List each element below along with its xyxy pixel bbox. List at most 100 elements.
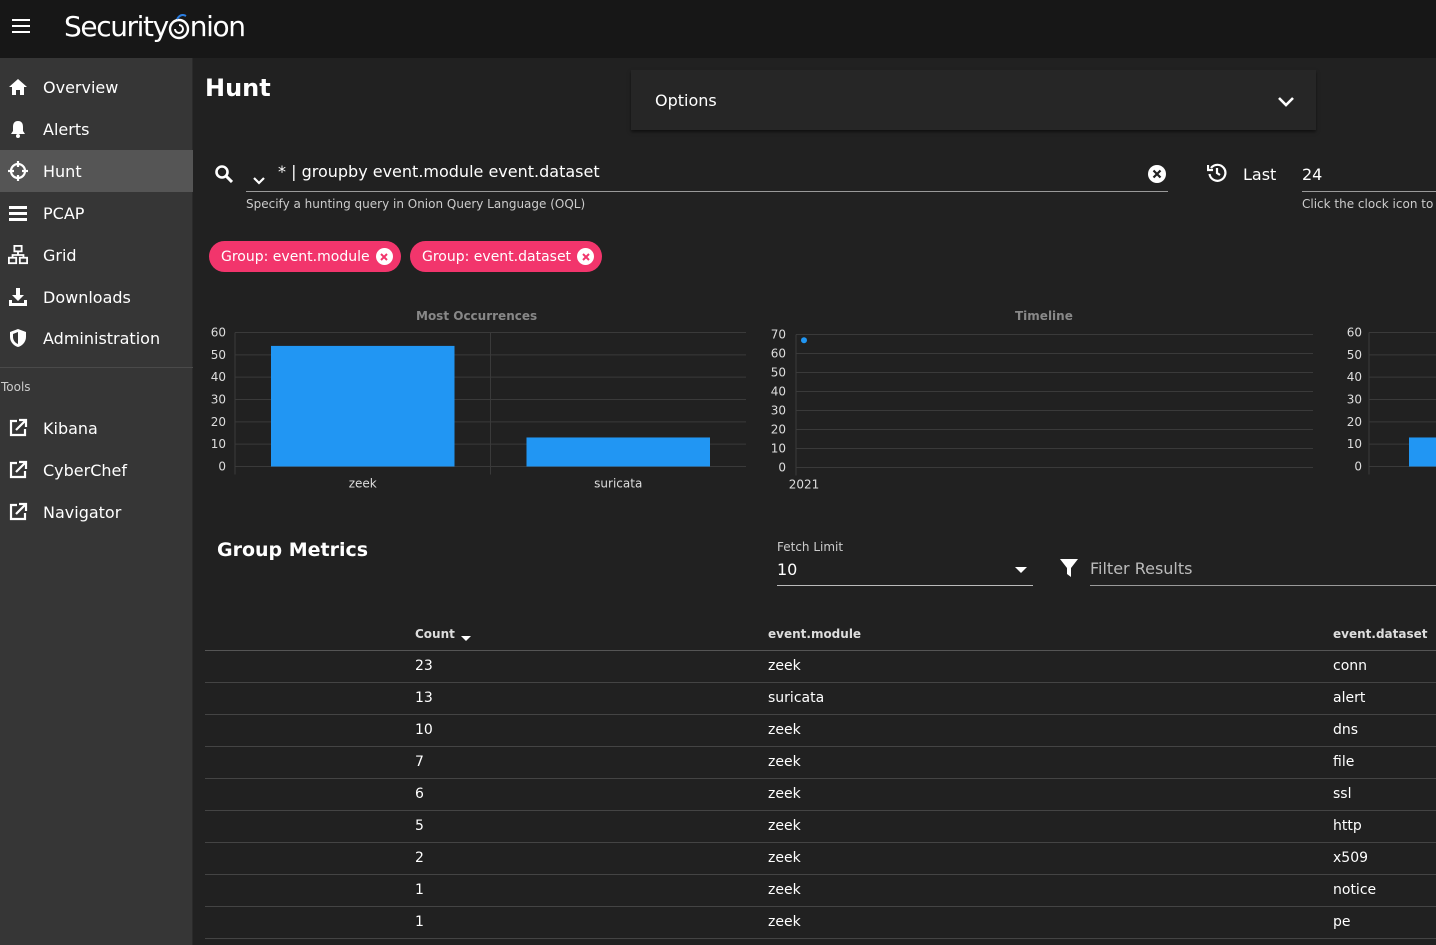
logo[interactable]: Security nion (64, 10, 246, 43)
chevron-down-icon (1278, 92, 1294, 111)
sidebar-item-grid[interactable]: Grid (0, 234, 193, 276)
bar (271, 345, 455, 467)
table-row[interactable]: 7 zeek file (205, 747, 1436, 779)
cell-module: zeek (768, 786, 801, 802)
cell-count: 5 (415, 818, 424, 834)
cell-dataset: file (1333, 754, 1355, 770)
data-point (801, 337, 807, 344)
most-occurrences-chart: 60 50 40 30 20 10 0 zeek suricata (211, 326, 746, 491)
y-tick-label: 0 (778, 461, 786, 475)
last-hours-input[interactable]: 24 (1302, 158, 1436, 192)
home-icon (8, 77, 28, 97)
cell-dataset: dns (1333, 722, 1359, 738)
query-input[interactable]: * | groupby event.module event.dataset (246, 158, 1168, 192)
column-header-count[interactable]: Count (415, 627, 455, 641)
app-header: Security nion (0, 0, 1436, 58)
y-tick-label: 10 (1347, 437, 1362, 451)
group-chip-module[interactable]: Group: event.module (209, 241, 401, 272)
last-hint: Click the clock icon to (1302, 197, 1434, 211)
cell-count: 7 (415, 754, 424, 770)
page-title: Hunt (205, 74, 271, 102)
table-row[interactable]: 13 suricata alert (205, 683, 1436, 715)
table-row[interactable]: 5 zeek http (205, 811, 1436, 843)
sidebar-item-downloads[interactable]: Downloads (0, 276, 193, 318)
bell-icon (8, 119, 28, 139)
column-header-dataset[interactable]: event.dataset (1333, 627, 1427, 641)
sidebar-item-pcap[interactable]: PCAP (0, 192, 193, 234)
cell-dataset: alert (1333, 690, 1366, 706)
clear-query-icon[interactable] (1148, 165, 1166, 187)
sidebar: Overview Alerts Hunt PCAP Grid Downloads… (0, 58, 193, 945)
sort-desc-icon[interactable] (461, 636, 471, 641)
y-tick-label: 0 (218, 460, 226, 474)
cell-dataset: notice (1333, 882, 1377, 898)
y-tick-label: 10 (211, 437, 226, 451)
cell-dataset: ssl (1333, 786, 1352, 802)
query-hint: Specify a hunting query in Onion Query L… (246, 197, 586, 211)
cell-count: 10 (415, 722, 433, 738)
caret-down-icon (1015, 567, 1027, 573)
x-tick-label: 2021 (789, 478, 820, 492)
y-tick-label: 40 (1347, 370, 1362, 384)
fetch-limit-select[interactable]: Fetch Limit 10 (777, 540, 1033, 586)
table-row[interactable]: 10 zeek dns (205, 715, 1436, 747)
query-dropdown-chevron-icon[interactable] (253, 170, 265, 189)
cell-count: 1 (415, 914, 424, 930)
cell-module: zeek (768, 882, 801, 898)
chip-close-icon[interactable] (577, 248, 595, 265)
cell-module: zeek (768, 722, 801, 738)
cell-count: 6 (415, 786, 424, 802)
fetch-limit-value: 10 (777, 560, 798, 579)
table-row[interactable]: 2 zeek x509 (205, 843, 1436, 875)
options-label: Options (655, 90, 717, 110)
filter-results-input[interactable]: Filter Results (1090, 555, 1436, 586)
bar (526, 437, 710, 467)
y-tick-label: 60 (211, 326, 226, 340)
y-tick-label: 50 (771, 366, 786, 380)
sidebar-item-navigator[interactable]: Navigator (0, 491, 193, 533)
column-header-module[interactable]: event.module (768, 627, 861, 641)
table-row[interactable]: 1 zeek notice (205, 875, 1436, 907)
sidebar-item-hunt[interactable]: Hunt (0, 150, 193, 192)
cell-module: zeek (768, 754, 801, 770)
sidebar-item-overview[interactable]: Overview (0, 66, 193, 108)
shield-icon (8, 328, 28, 348)
table-row[interactable]: 23 zeek conn (205, 651, 1436, 683)
cell-dataset: x509 (1333, 850, 1369, 866)
sidebar-item-cyberchef[interactable]: CyberChef (0, 449, 193, 491)
fetch-limit-label: Fetch Limit (777, 540, 844, 554)
chip-label: Group: event.module (221, 248, 370, 265)
third-chart: 60 50 40 30 20 10 0 (1347, 326, 1436, 475)
options-expander[interactable]: Options (631, 70, 1316, 130)
y-tick-label: 60 (1347, 326, 1362, 340)
last-hours-value: 24 (1302, 165, 1323, 184)
group-metrics-title: Group Metrics (217, 539, 369, 561)
y-tick-label: 40 (211, 370, 226, 384)
x-tick-label: suricata (594, 477, 642, 491)
table-row[interactable]: 1 zeek pe (205, 907, 1436, 939)
sidebar-item-alerts[interactable]: Alerts (0, 108, 193, 150)
sitemap-icon (8, 245, 28, 265)
group-chip-dataset[interactable]: Group: event.dataset (410, 241, 603, 272)
table-row[interactable]: 6 zeek ssl (205, 779, 1436, 811)
onion-logo-icon (168, 10, 190, 43)
sidebar-item-administration[interactable]: Administration (0, 317, 193, 359)
cell-module: zeek (768, 914, 801, 930)
menu-icon[interactable] (12, 19, 30, 35)
external-link-icon (8, 460, 28, 480)
y-tick-label: 30 (1347, 393, 1362, 407)
y-tick-label: 40 (771, 385, 786, 399)
list-icon (8, 203, 28, 223)
cell-module: zeek (768, 658, 801, 674)
last-label: Last (1243, 165, 1277, 184)
filter-placeholder: Filter Results (1090, 559, 1193, 578)
y-tick-label: 20 (211, 415, 226, 429)
chip-close-icon[interactable] (375, 248, 393, 265)
cell-count: 23 (415, 658, 433, 674)
search-icon[interactable] (215, 165, 234, 187)
sidebar-item-kibana[interactable]: Kibana (0, 407, 193, 449)
logo-text-2: nion (189, 10, 246, 43)
cell-dataset: pe (1333, 914, 1351, 930)
history-clock-icon[interactable] (1206, 163, 1227, 187)
cell-dataset: http (1333, 818, 1362, 834)
